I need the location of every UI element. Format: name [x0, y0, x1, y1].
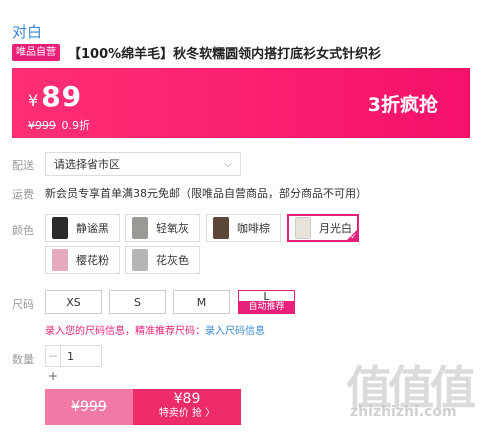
shipping-info: 新会员专享首单满38元免邮（限唯品自营商品，部分商品不可用）: [45, 187, 367, 200]
quantity-plus-button[interactable]: +: [45, 368, 61, 384]
color-option-label: 樱花粉: [76, 254, 109, 267]
product-title-row: 唯品自营 【100%绵羊毛】秋冬软糯圆领内搭打底衫女式针织衫: [12, 43, 381, 62]
color-option-selected[interactable]: 月光白 ✓: [287, 214, 359, 242]
color-thumbnail: [52, 249, 68, 271]
color-option-label: 花灰色: [156, 254, 189, 267]
color-thumbnail: [213, 217, 229, 239]
check-icon: ✓: [350, 232, 357, 241]
size-label: 尺码: [12, 298, 34, 311]
currency-symbol: ¥: [28, 91, 39, 110]
size-option-m[interactable]: M: [173, 290, 230, 314]
region-select-placeholder: 请选择省市区: [54, 158, 120, 171]
auto-recommend-tag: 自动推荐: [239, 301, 294, 313]
color-thumbnail: [132, 217, 148, 239]
color-option-label: 咖啡棕: [237, 222, 270, 235]
shipping-label: 运费: [12, 188, 34, 201]
color-option[interactable]: 花灰色: [125, 246, 200, 274]
watermark-url: zhizhizhi.com: [350, 404, 457, 420]
quantity-input[interactable]: 1: [60, 345, 102, 367]
original-price-line: ¥999 0.9折: [28, 117, 90, 133]
size-option-s[interactable]: S: [109, 290, 166, 314]
color-thumbnail: [295, 217, 311, 239]
buy-label: 特卖价 抢 〉: [158, 408, 216, 419]
delivery-label: 配送: [12, 159, 34, 172]
discount-rate: 0.9折: [61, 119, 91, 132]
color-option[interactable]: 轻氧灰: [125, 214, 200, 242]
self-operated-badge: 唯品自营: [12, 44, 60, 61]
promo-text: 3折疯抢: [367, 94, 438, 116]
price-banner: ¥ 89 ¥999 0.9折 3折疯抢: [12, 68, 470, 138]
product-title: 【100%绵羊毛】秋冬软糯圆领内搭打底衫女式针织衫: [68, 47, 382, 62]
quantity-minus-button[interactable]: −: [45, 345, 61, 367]
original-price: ¥999: [28, 119, 56, 132]
color-label: 颜色: [12, 224, 34, 237]
color-option-label: 轻氧灰: [156, 222, 189, 235]
price-value: 89: [41, 80, 83, 113]
brand-name[interactable]: 对白: [12, 21, 42, 42]
buy-now-button[interactable]: ¥89 特卖价 抢 〉: [133, 389, 241, 425]
color-thumbnail: [52, 217, 68, 239]
size-hint-text: 录入您的尺码信息，精准推荐尺码：: [45, 326, 205, 337]
color-option[interactable]: 咖啡棕: [206, 214, 281, 242]
size-hint: 录入您的尺码信息，精准推荐尺码：录入尺码信息: [45, 322, 265, 337]
current-price: ¥ 89: [28, 80, 82, 113]
buy-price: ¥89: [173, 391, 201, 407]
color-option[interactable]: 静谧黑: [45, 214, 120, 242]
color-option-label: 静谧黑: [76, 222, 109, 235]
region-select[interactable]: 请选择省市区 ⌵: [45, 152, 241, 176]
size-option-xs[interactable]: XS: [45, 290, 102, 314]
color-option[interactable]: 樱花粉: [45, 246, 120, 274]
color-thumbnail: [132, 249, 148, 271]
size-option-l[interactable]: L 自动推荐: [238, 290, 295, 314]
original-price-label: ¥999: [71, 399, 107, 415]
original-price-button[interactable]: ¥999: [45, 389, 133, 425]
quantity-label: 数量: [12, 353, 34, 366]
enter-size-link[interactable]: 录入尺码信息: [205, 326, 265, 337]
chevron-down-icon: ⌵: [224, 158, 232, 170]
